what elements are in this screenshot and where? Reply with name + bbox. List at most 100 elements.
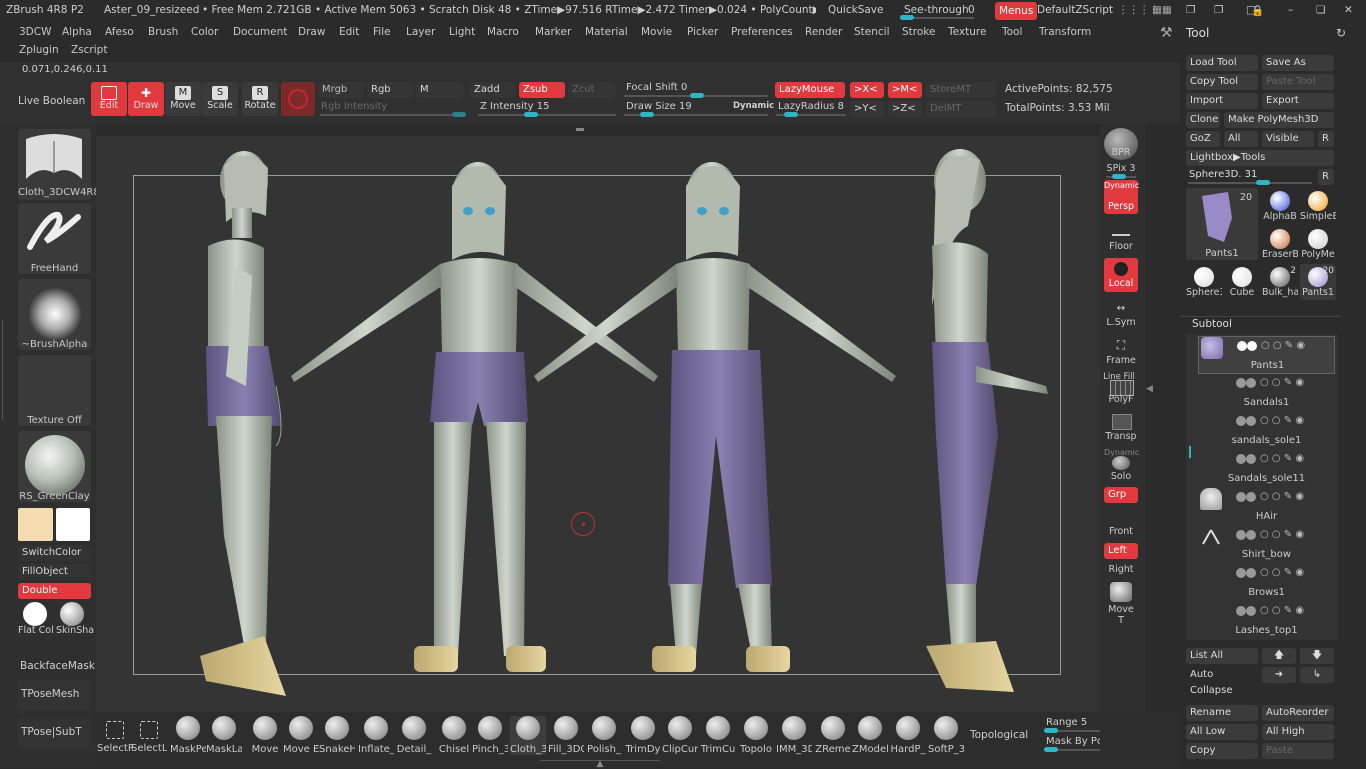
paste-tool-button[interactable]: Paste Tool	[1262, 74, 1334, 90]
subtool-toggle[interactable]	[1236, 530, 1246, 540]
subtool-scroll-indicator[interactable]	[1189, 446, 1191, 458]
brush-slot[interactable]: Polish_	[586, 716, 622, 755]
zsub-button[interactable]: Zsub	[519, 82, 565, 98]
menu-item[interactable]: Alpha	[62, 26, 92, 38]
close-icon[interactable]: ✕	[1344, 4, 1353, 16]
current-tool-thumbnail[interactable]: 20 Pants1	[1186, 188, 1258, 260]
export-button[interactable]: Export	[1262, 93, 1334, 109]
make-polymesh-button[interactable]: Make PolyMesh3D	[1224, 112, 1334, 128]
rgb-button[interactable]: Rgb	[367, 82, 413, 98]
subtool-item[interactable]: ○ ○ ✎ ◉ Pants1	[1198, 336, 1335, 374]
goz-visible-button[interactable]: Visible	[1262, 131, 1314, 147]
copy-subtool-button[interactable]: Copy	[1186, 743, 1258, 759]
floor-button[interactable]: Floor	[1104, 241, 1138, 252]
move-down-arrow-icon[interactable]: 🡇	[1300, 648, 1334, 664]
polyf-button[interactable]: PolyF	[1104, 394, 1138, 405]
tool-r-button[interactable]: R	[1318, 169, 1334, 185]
switchcolor-button[interactable]: SwitchColor	[18, 545, 91, 561]
shelf-divider-handle[interactable]	[576, 128, 584, 131]
goz-r-button[interactable]: R	[1318, 131, 1334, 147]
menu-item[interactable]: Stroke	[902, 26, 935, 38]
secondary-color-swatch[interactable]	[56, 508, 90, 541]
menu-item[interactable]: Preferences	[731, 26, 793, 38]
mrgb-button[interactable]: Mrgb	[318, 82, 364, 98]
tpose-subt-button[interactable]: TPose|SubT	[18, 718, 91, 748]
subtool-item[interactable]: ○ ○ ✎ ◉ Shirt_bow	[1198, 526, 1335, 564]
tposemesh-button[interactable]: TPoseMesh	[18, 680, 91, 710]
brush-slot[interactable]: Move	[247, 716, 283, 755]
menu-item[interactable]: File	[373, 26, 391, 38]
auto-reorder-button[interactable]: AutoReorder	[1262, 705, 1334, 721]
subtool-toggle[interactable]	[1246, 606, 1256, 616]
subtool-toggle[interactable]	[1237, 341, 1247, 351]
arrow-right-icon[interactable]: ➜	[1262, 667, 1296, 683]
delmt-button[interactable]: DelMT	[926, 101, 996, 117]
edit-button[interactable]: Edit	[91, 82, 127, 116]
x-symmetry-button[interactable]: >X<	[850, 82, 884, 98]
menu-item[interactable]: Edit	[339, 26, 359, 38]
all-low-button[interactable]: All Low	[1186, 724, 1258, 740]
storemt-button[interactable]: StoreMT	[926, 82, 996, 98]
subtool-toggle[interactable]	[1236, 606, 1246, 616]
subtool-visibility-eye-icon[interactable]: ○ ○ ✎ ◉	[1260, 415, 1304, 426]
auto-collapse-button[interactable]: Auto Collapse	[1186, 667, 1258, 696]
brush-slot[interactable]: Inflate_	[358, 716, 394, 755]
brush-slot[interactable]: Topolo	[738, 716, 774, 755]
subtool-item[interactable]: ○ ○ ✎ ◉ Lashes_top1	[1198, 602, 1335, 640]
m-button[interactable]: M	[416, 82, 464, 98]
seethrough-label[interactable]: See-through	[904, 4, 969, 16]
subtool-toggle[interactable]	[1246, 492, 1256, 502]
live-boolean-button[interactable]: Live Boolean	[18, 95, 85, 107]
zadd-button[interactable]: Zadd	[470, 82, 516, 98]
menu-item[interactable]: Layer	[406, 26, 435, 38]
lightbox-tools-button[interactable]: Lightbox▶Tools	[1186, 150, 1334, 166]
brush-slot[interactable]: TrimDy	[625, 716, 661, 755]
zcut-button[interactable]: Zcut	[568, 82, 616, 98]
current-tool-slider[interactable]: Sphere3D. 31	[1189, 169, 1257, 180]
rename-button[interactable]: Rename	[1186, 705, 1258, 721]
tool-slot[interactable]: PolyMe	[1300, 226, 1336, 262]
move-up-arrow-icon[interactable]: 🡅	[1262, 648, 1296, 664]
double-button[interactable]: Double	[18, 583, 91, 599]
menu-item[interactable]: Draw	[298, 26, 325, 38]
arrow-down-right-icon[interactable]: ↳	[1300, 667, 1334, 683]
skin-shade-material-icon[interactable]	[60, 602, 84, 626]
menu-item[interactable]: Transform	[1039, 26, 1091, 38]
rotate-button[interactable]: R Rotate	[242, 82, 278, 116]
subtool-visibility-eye-icon[interactable]: ○ ○ ✎ ◉	[1260, 529, 1304, 540]
menu-item[interactable]: Tool	[1002, 26, 1022, 38]
tool-slot[interactable]: Pants1 20	[1300, 264, 1336, 300]
menu-item[interactable]: Light	[449, 26, 475, 38]
draw-button[interactable]: ✚ Draw	[128, 82, 164, 116]
local-button[interactable]: Local	[1104, 258, 1138, 292]
dynamic-button[interactable]: Dynamic	[733, 101, 774, 111]
left-tray-handle[interactable]	[2, 320, 9, 420]
subtool-item[interactable]: ○ ○ ✎ ◉ Brows1	[1198, 564, 1335, 602]
brush-slot[interactable]: Pinch_3	[472, 716, 508, 755]
lsym-button[interactable]: L.Sym	[1104, 317, 1138, 328]
subtool-item[interactable]: ○ ○ ✎ ◉ Sandals1	[1198, 374, 1335, 412]
move-button[interactable]: M Move	[165, 82, 201, 116]
brush-slot[interactable]: Cloth_3	[510, 716, 546, 755]
flat-color-material-icon[interactable]	[23, 602, 47, 626]
z-symmetry-button[interactable]: >Z<	[888, 101, 922, 117]
subtool-toggle[interactable]	[1236, 568, 1246, 578]
default-zscript[interactable]: DefaultZScript	[1037, 4, 1113, 16]
brush-slot[interactable]: HardP_	[890, 716, 926, 755]
window-icon[interactable]: ❐	[1186, 4, 1195, 16]
menu-item[interactable]: Brush	[148, 26, 178, 38]
tool-palette-title[interactable]: Tool	[1186, 26, 1209, 40]
tool-slot[interactable]: EraserB	[1262, 226, 1298, 262]
range-slider[interactable]: Range 5	[1046, 717, 1087, 728]
menu-item[interactable]: Texture	[948, 26, 986, 38]
goz-all-button[interactable]: All	[1224, 131, 1258, 147]
front-view-button[interactable]: Front	[1104, 526, 1138, 537]
primary-color-swatch[interactable]	[18, 508, 53, 541]
brush-slot[interactable]: ZModel	[852, 716, 888, 755]
menu-item[interactable]: Afeso	[105, 26, 134, 38]
draw-size-slider[interactable]: Draw Size 19	[626, 101, 692, 112]
seethrough-slider[interactable]	[900, 15, 974, 20]
refresh-icon[interactable]: ↻	[1336, 26, 1346, 40]
brush-slot[interactable]: Chisel	[436, 716, 472, 755]
subtool-item[interactable]: ○ ○ ✎ ◉ sandals_sole1	[1198, 412, 1335, 450]
